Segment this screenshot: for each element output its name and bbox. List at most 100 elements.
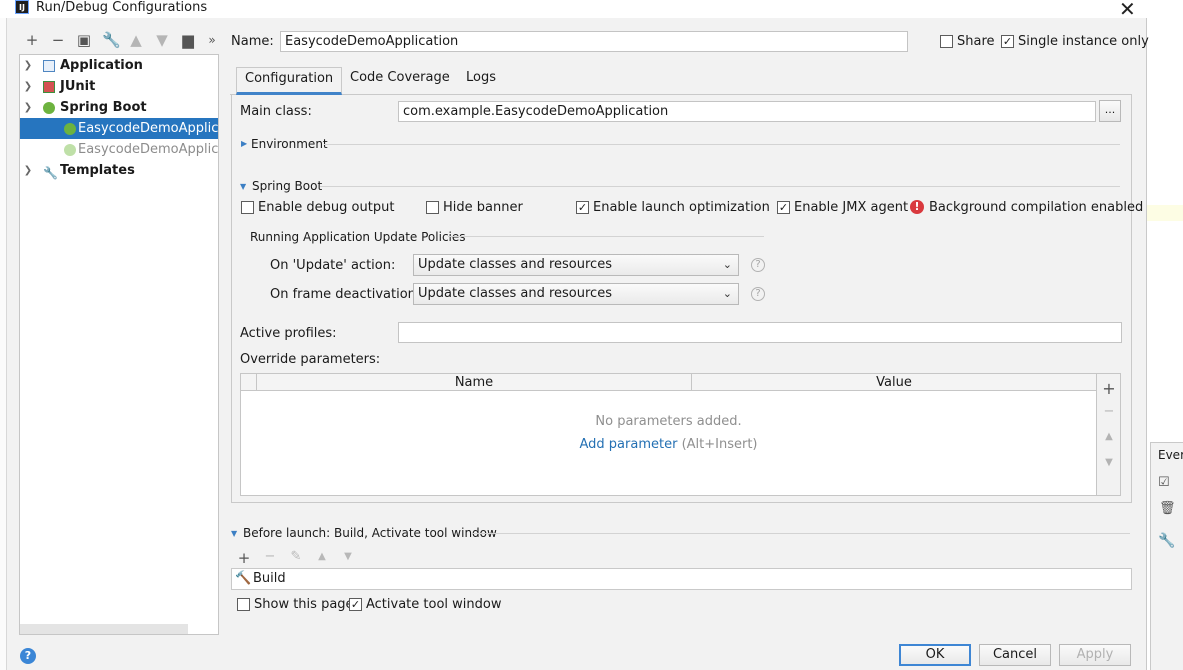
column-header-value[interactable]: Value <box>691 374 1096 391</box>
chevron-right-icon[interactable]: ❯ <box>22 55 34 76</box>
parameters-table: Name Value No parameters added. Add para… <box>240 373 1097 496</box>
section-divider <box>472 533 1130 534</box>
name-input[interactable] <box>280 31 908 52</box>
checkmark-icon[interactable]: ☑ <box>1158 475 1170 490</box>
help-button[interactable]: ? <box>20 648 36 664</box>
jmx-agent-label: Enable JMX agent <box>794 200 909 215</box>
arrow-down-icon[interactable]: ▼ <box>154 32 170 48</box>
edit-icon[interactable]: ✎ <box>288 549 304 564</box>
config-tree: ❯ Application ❯ JUnit ❯ Spring Boot Easy… <box>19 54 219 635</box>
intellij-logo-icon: IJ <box>15 0 29 14</box>
hammer-icon: 🔨 <box>235 571 252 586</box>
copy-icon[interactable]: ▣ <box>76 32 92 48</box>
plus-icon[interactable]: + <box>24 32 40 48</box>
chevron-right-icon[interactable]: ❯ <box>22 76 34 97</box>
help-icon[interactable]: ? <box>751 258 765 272</box>
empty-table-text: No parameters added. <box>595 414 742 429</box>
wrench-icon[interactable]: 🔧 <box>102 32 121 48</box>
show-page-checkbox[interactable] <box>237 598 250 611</box>
active-profiles-input[interactable] <box>398 322 1122 343</box>
background-compilation-label: Background compilation enabled <box>929 200 1144 215</box>
on-update-label: On 'Update' action: <box>270 258 396 273</box>
main-class-label: Main class: <box>240 104 312 119</box>
environment-section[interactable]: Environment <box>251 135 328 153</box>
wrench-icon[interactable]: 🔧 <box>1158 533 1175 549</box>
chevron-down-icon: ⌄ <box>722 287 732 300</box>
jmx-agent-checkbox[interactable]: ✓ <box>777 201 790 214</box>
on-frame-select[interactable]: Update classes and resources ⌄ <box>413 283 739 305</box>
tree-label: EasycodeDemoApplicati <box>78 142 218 157</box>
tree-label: EasycodeDemoApplicati <box>78 121 218 136</box>
activate-tool-window-checkbox[interactable]: ✓ <box>349 598 362 611</box>
activate-tool-window-label: Activate tool window <box>366 597 502 612</box>
spring-boot-section[interactable]: Spring Boot <box>252 177 322 195</box>
trash-icon[interactable]: 🗑 <box>1159 501 1176 516</box>
move-down-icon[interactable]: ▼ <box>340 551 356 562</box>
error-icon: ! <box>910 200 924 214</box>
browse-button[interactable]: ... <box>1099 100 1121 122</box>
application-icon <box>43 60 55 72</box>
tree-item-spring-boot[interactable]: ❯ Spring Boot <box>20 97 218 118</box>
spring-boot-icon <box>43 102 55 114</box>
expand-right-icon[interactable]: ▶ <box>241 139 247 148</box>
move-up-icon[interactable]: ▲ <box>1097 431 1121 442</box>
tab-label: Configuration <box>245 71 334 86</box>
share-label: Share <box>957 34 995 49</box>
help-icon[interactable]: ? <box>751 287 765 301</box>
expand-down-icon[interactable]: ▼ <box>231 529 237 538</box>
add-icon[interactable]: + <box>1097 379 1121 398</box>
add-parameter-shortcut: (Alt+Insert) <box>681 437 758 452</box>
tree-item-easycode-config-temp[interactable]: EasycodeDemoApplicati <box>20 139 218 160</box>
hide-banner-checkbox[interactable] <box>426 201 439 214</box>
close-icon[interactable]: ✕ <box>1119 0 1136 21</box>
tree-item-templates[interactable]: ❯ 🔧 Templates <box>20 160 218 181</box>
more-icon[interactable]: » <box>204 32 220 48</box>
before-launch-section[interactable]: Before launch: Build, Activate tool wind… <box>243 524 497 542</box>
background-editor-left <box>0 0 7 670</box>
build-task-label: Build <box>253 571 286 586</box>
move-up-icon[interactable]: ▲ <box>314 551 330 562</box>
minus-icon[interactable]: − <box>50 32 66 48</box>
folder-icon[interactable]: ▆ <box>180 32 196 48</box>
wrench-icon: 🔧 <box>43 166 58 180</box>
move-down-icon[interactable]: ▼ <box>1097 457 1121 468</box>
add-parameter-link[interactable]: Add parameter <box>579 437 677 452</box>
launch-optimization-checkbox[interactable]: ✓ <box>576 201 589 214</box>
on-frame-label: On frame deactivation: <box>270 287 421 302</box>
section-divider <box>320 186 1120 187</box>
add-icon[interactable]: + <box>236 549 252 567</box>
column-header-name[interactable]: Name <box>256 374 691 391</box>
chevron-down-icon[interactable]: ❯ <box>22 97 34 118</box>
tree-label: Templates <box>60 163 135 178</box>
expand-down-icon[interactable]: ▼ <box>240 182 246 191</box>
window-title: Run/Debug Configurations <box>36 0 208 15</box>
on-update-select[interactable]: Update classes and resources ⌄ <box>413 254 739 276</box>
update-policies-label: Running Application Update Policies <box>250 230 466 244</box>
cancel-button[interactable]: Cancel <box>979 644 1051 666</box>
junit-icon <box>43 81 55 93</box>
table-actions: + − ▲ ▼ <box>1097 373 1121 496</box>
remove-icon[interactable]: − <box>262 549 278 564</box>
tree-item-application[interactable]: ❯ Application <box>20 55 218 76</box>
main-class-input[interactable] <box>398 101 1096 122</box>
ok-button[interactable]: OK <box>899 644 971 666</box>
apply-button[interactable]: Apply <box>1059 644 1131 666</box>
tab-code-coverage[interactable]: Code Coverage <box>342 67 458 95</box>
debug-output-checkbox[interactable] <box>241 201 254 214</box>
on-frame-value: Update classes and resources <box>418 286 612 301</box>
single-instance-checkbox[interactable]: ✓ <box>1001 35 1014 48</box>
tree-item-junit[interactable]: ❯ JUnit <box>20 76 218 97</box>
chevron-right-icon[interactable]: ❯ <box>22 160 34 181</box>
debug-output-label: Enable debug output <box>258 200 395 215</box>
share-checkbox[interactable] <box>940 35 953 48</box>
single-instance-label: Single instance only <box>1018 34 1149 49</box>
title-bar: IJ Run/Debug Configurations ✕ <box>0 0 1147 21</box>
tree-item-easycode-config[interactable]: EasycodeDemoApplicati <box>20 118 218 139</box>
show-page-label: Show this page <box>254 597 354 612</box>
tree-horizontal-scrollbar[interactable] <box>20 624 188 634</box>
spring-boot-icon <box>64 123 76 135</box>
arrow-up-icon[interactable]: ▲ <box>128 32 144 48</box>
tab-logs[interactable]: Logs <box>458 67 504 95</box>
tab-configuration[interactable]: Configuration <box>236 67 343 95</box>
remove-icon[interactable]: − <box>1097 404 1121 419</box>
